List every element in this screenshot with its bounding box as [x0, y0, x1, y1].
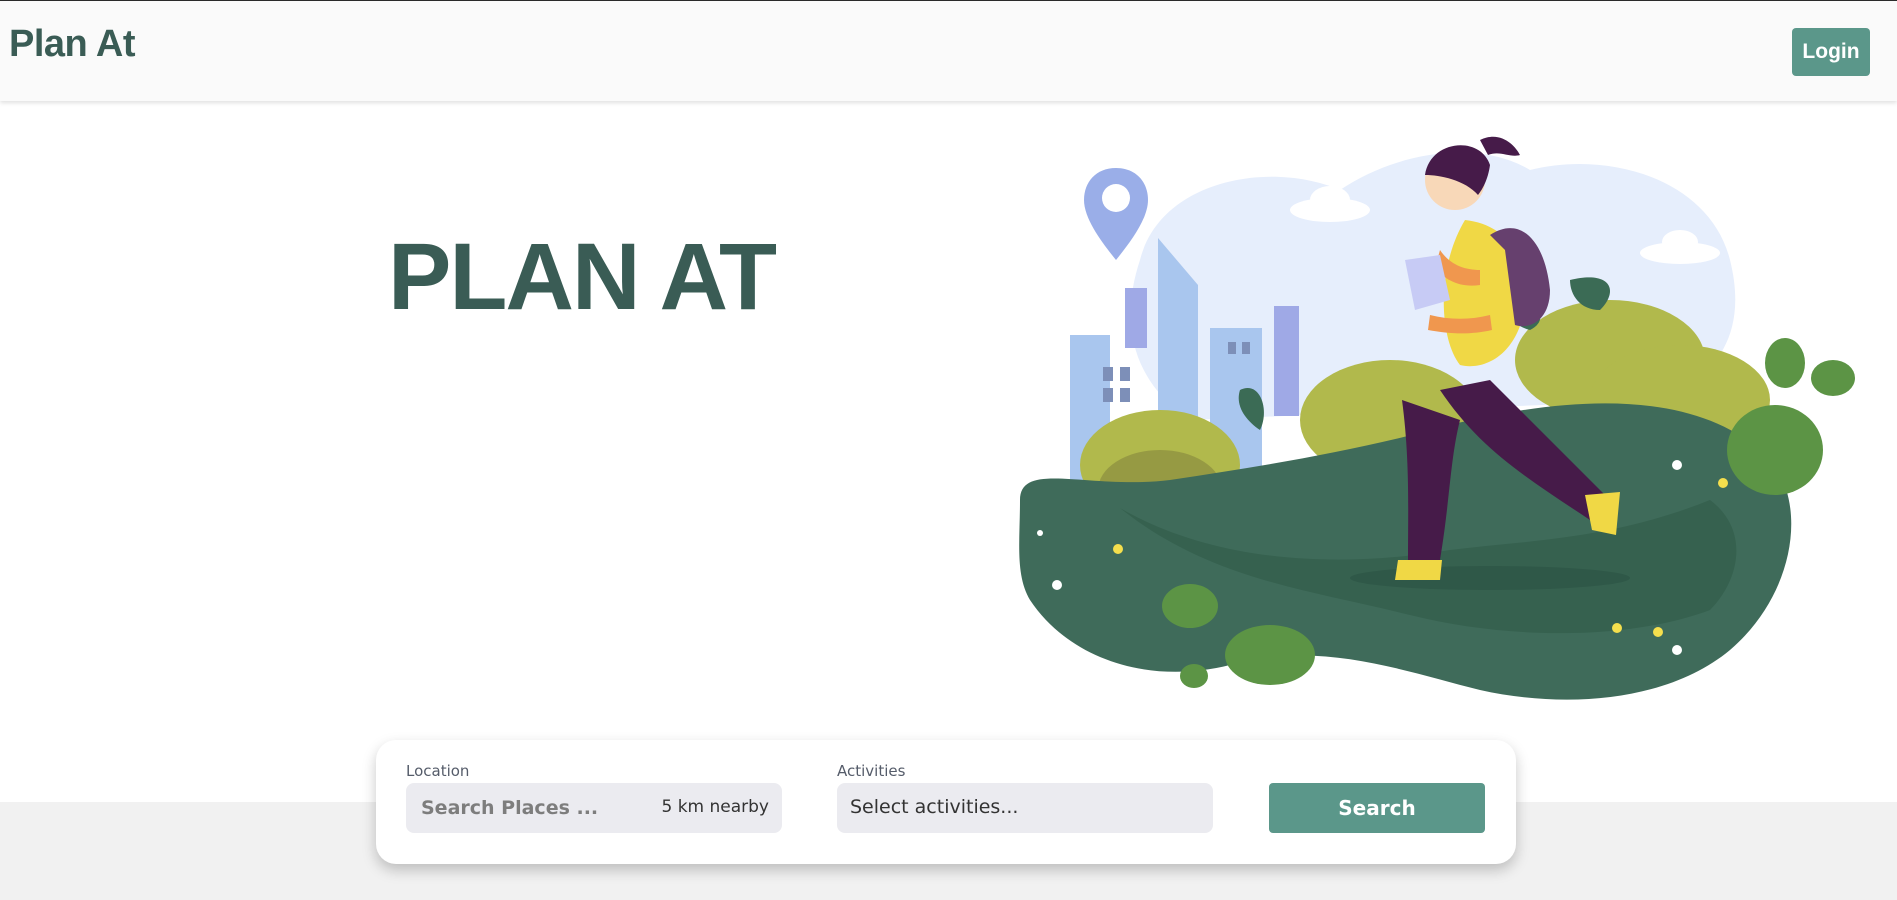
brand-logo[interactable]: Plan At: [9, 23, 136, 66]
hiker-with-map-illustration: [1019, 136, 1855, 700]
location-search-input[interactable]: [406, 783, 636, 833]
hero-title: PLAN AT: [388, 224, 777, 330]
navbar: Plan At Login: [0, 1, 1897, 101]
login-button[interactable]: Login: [1792, 28, 1870, 76]
activities-select[interactable]: Select activities...: [837, 783, 1213, 833]
location-label: Location: [406, 762, 470, 780]
search-button[interactable]: Search: [1269, 783, 1485, 833]
activities-placeholder: Select activities...: [850, 796, 1019, 818]
location-field[interactable]: 5 km nearby: [406, 783, 782, 833]
activities-label: Activities: [837, 762, 906, 780]
search-panel: Location 5 km nearby Activities Select a…: [376, 740, 1516, 864]
radius-selector[interactable]: 5 km nearby: [661, 797, 769, 817]
